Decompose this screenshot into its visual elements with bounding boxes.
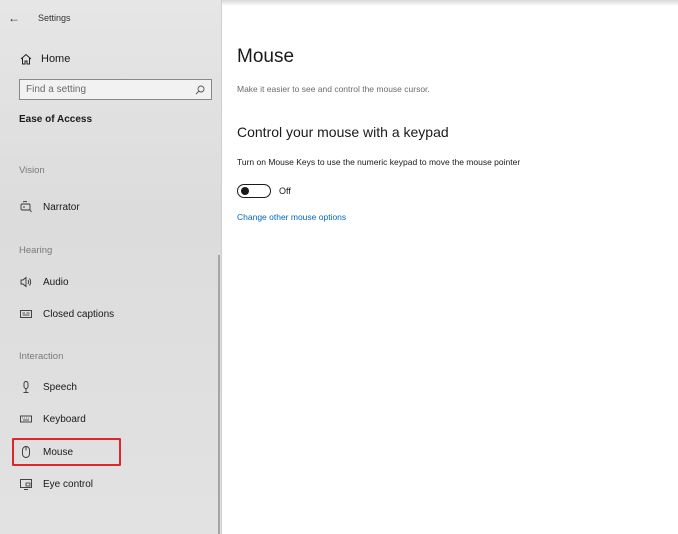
- sidebar-item-narrator[interactable]: Narrator: [19, 200, 80, 214]
- sidebar-item-label: Audio: [43, 276, 69, 288]
- sidebar-item-label: Keyboard: [43, 413, 86, 425]
- search-icon[interactable]: [195, 85, 205, 95]
- sidebar-item-eye-control[interactable]: Eye control: [19, 477, 93, 491]
- audio-icon: [20, 276, 32, 288]
- title-bar: ← Settings: [8, 10, 71, 26]
- app-title: Settings: [38, 13, 71, 23]
- toggle-state-label: Off: [279, 186, 291, 196]
- mouse-keys-toggle[interactable]: Off: [237, 184, 291, 198]
- closed-captions-icon: [20, 310, 32, 318]
- page-subtitle: Make it easier to see and control the mo…: [237, 84, 430, 94]
- group-label-vision: Vision: [19, 165, 45, 176]
- settings-window: ← Settings Home Find a setting Ease of A…: [0, 0, 678, 534]
- sidebar-scrollbar[interactable]: [218, 255, 220, 534]
- home-label: Home: [41, 53, 71, 65]
- mouse-icon: [22, 446, 30, 458]
- sidebar-item-label: Mouse: [43, 446, 74, 458]
- main-content: Mouse Make it easier to see and control …: [222, 0, 678, 534]
- sidebar-item-label: Speech: [43, 381, 77, 393]
- sidebar-item-closed-captions[interactable]: Closed captions: [19, 307, 114, 321]
- group-label-hearing: Hearing: [19, 245, 53, 256]
- sidebar-item-speech[interactable]: Speech: [19, 380, 77, 394]
- top-shadow: [222, 0, 678, 6]
- home-icon: [20, 53, 32, 65]
- back-arrow-icon[interactable]: ←: [8, 11, 28, 25]
- sidebar-item-label: Narrator: [43, 201, 80, 213]
- sidebar-item-keyboard[interactable]: Keyboard: [19, 412, 86, 426]
- search-placeholder: Find a setting: [26, 84, 87, 95]
- keyboard-icon: [20, 415, 32, 423]
- toggle-switch[interactable]: [237, 184, 271, 198]
- search-input[interactable]: Find a setting: [19, 79, 212, 100]
- sidebar-item-label: Closed captions: [43, 308, 115, 320]
- sidebar-item-mouse[interactable]: Mouse: [19, 445, 73, 459]
- home-nav-item[interactable]: Home: [19, 52, 70, 66]
- group-label-interaction: Interaction: [19, 351, 64, 362]
- page-title: Mouse: [237, 46, 295, 67]
- section-heading: Control your mouse with a keypad: [237, 124, 449, 140]
- narrator-icon: [20, 200, 32, 213]
- toggle-knob: [241, 187, 249, 195]
- section-title: Ease of Access: [19, 114, 93, 125]
- sidebar-item-audio[interactable]: Audio: [19, 275, 69, 289]
- microphone-icon: [23, 381, 29, 393]
- eye-control-icon: [20, 479, 32, 490]
- change-other-mouse-options-link[interactable]: Change other mouse options: [237, 212, 346, 222]
- mouse-keys-description: Turn on Mouse Keys to use the numeric ke…: [237, 157, 521, 167]
- sidebar-item-label: Eye control: [43, 478, 94, 490]
- sidebar: ← Settings Home Find a setting Ease of A…: [0, 0, 222, 534]
